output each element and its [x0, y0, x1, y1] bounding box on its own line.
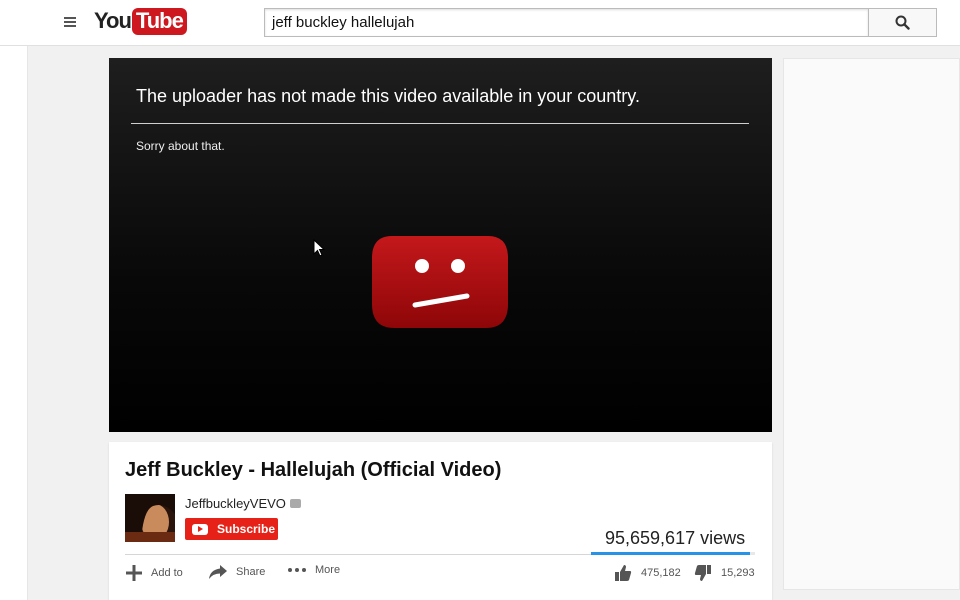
like-ratio-bar — [591, 552, 755, 555]
search-button[interactable] — [868, 8, 937, 37]
subscribe-button[interactable]: Subscribe — [185, 518, 278, 540]
share-label: Share — [236, 566, 266, 578]
video-title: Jeff Buckley - Hallelujah (Official Vide… — [125, 459, 502, 481]
channel-name[interactable]: JeffbuckleyVEVO — [185, 496, 301, 511]
related-sidebar — [783, 58, 960, 590]
avatar-image — [125, 494, 175, 542]
sad-face-icon — [372, 236, 508, 328]
view-count: 95,659,617 views — [605, 528, 746, 548]
add-to-button[interactable]: Add to — [125, 564, 183, 582]
masthead: You Tube jeff buckley hallelujah — [0, 0, 960, 46]
error-divider — [131, 123, 749, 124]
add-to-label: Add to — [151, 567, 183, 579]
more-icon — [288, 568, 306, 572]
menu-icon — [64, 16, 76, 28]
logo-you-text: You — [94, 8, 132, 33]
share-button[interactable]: Share — [208, 564, 265, 580]
cursor-icon — [313, 239, 325, 257]
more-label: More — [315, 564, 341, 576]
more-button[interactable]: More — [287, 564, 340, 576]
error-title: The uploader has not made this video ava… — [136, 86, 640, 106]
thumbs-down-icon — [694, 565, 711, 581]
error-subtitle: Sorry about that. — [136, 139, 225, 153]
channel-avatar[interactable] — [125, 494, 175, 542]
like-count: 475,182 — [641, 567, 681, 579]
left-edge-strip — [0, 0, 28, 600]
like-button[interactable]: 475,182 — [614, 564, 681, 582]
youtube-logo[interactable]: You Tube — [94, 6, 187, 36]
dislike-button[interactable]: 15,293 — [694, 564, 755, 582]
video-player[interactable]: The uploader has not made this video ava… — [109, 58, 772, 432]
search-input[interactable]: jeff buckley hallelujah — [264, 8, 868, 37]
verified-icon — [289, 499, 301, 508]
search-icon — [895, 15, 910, 30]
dislike-count: 15,293 — [721, 567, 755, 579]
subscribe-label: Subscribe — [217, 522, 276, 536]
video-info-card: Jeff Buckley - Hallelujah (Official Vide… — [109, 442, 772, 600]
guide-menu-button[interactable] — [60, 12, 80, 32]
channel-name-text[interactable]: JeffbuckleyVEVO — [185, 496, 286, 511]
like-ratio-fill — [591, 552, 751, 555]
thumbs-up-icon — [615, 565, 632, 581]
youtube-mini-icon — [192, 523, 208, 535]
logo-tube-text: Tube — [131, 7, 187, 35]
add-icon — [126, 565, 142, 581]
share-icon — [209, 565, 227, 579]
